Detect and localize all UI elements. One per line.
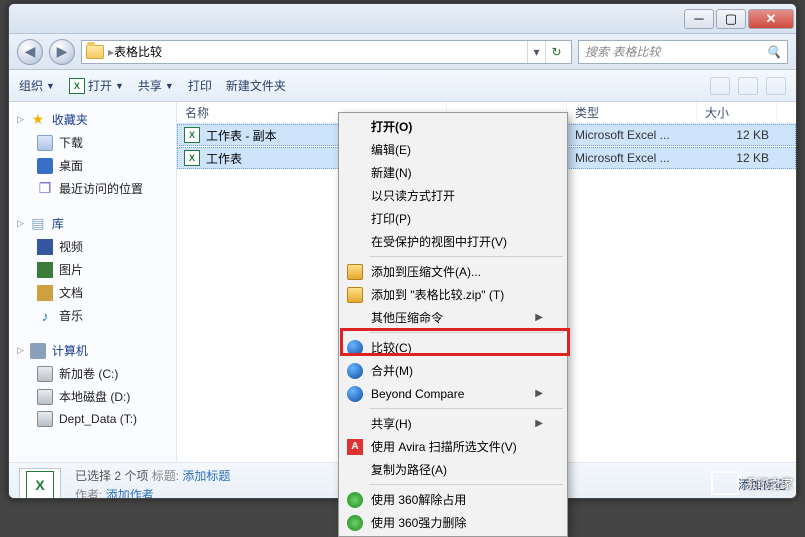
search-icon: 🔍: [766, 45, 781, 59]
file-size: 12 KB: [697, 151, 777, 165]
excel-icon: X: [69, 78, 85, 94]
search-placeholder: 搜索 表格比较: [585, 43, 660, 60]
refresh-icon[interactable]: ↻: [545, 41, 567, 63]
zip-icon: [347, 287, 363, 303]
excel-icon: X: [184, 127, 200, 143]
library-icon: ▤: [30, 216, 46, 232]
ctx-360-unlock[interactable]: 使用 360解除占用: [341, 488, 565, 511]
view-buttons: [710, 77, 786, 95]
share-button[interactable]: 共享▼: [138, 77, 174, 94]
submenu-arrow-icon: ▶: [535, 388, 543, 399]
video-icon: [37, 239, 53, 255]
col-type[interactable]: 类型: [567, 102, 697, 123]
col-size[interactable]: 大小: [697, 102, 777, 123]
sidebar-item-documents[interactable]: 文档: [9, 281, 176, 304]
star-icon: ★: [30, 112, 46, 128]
drive-icon: [37, 366, 53, 382]
ctx-360-force[interactable]: 使用 360强力删除: [341, 511, 565, 534]
search-input[interactable]: 搜索 表格比较 🔍: [578, 40, 788, 64]
help-icon[interactable]: [766, 77, 786, 95]
back-button[interactable]: ◀: [17, 39, 43, 65]
path-text: 表格比较: [114, 43, 162, 60]
selection-text: 已选择 2 个项: [75, 469, 148, 483]
watermark: 系统之家: [711, 471, 793, 495]
ctx-open[interactable]: 打开(O): [341, 115, 565, 138]
beyond-compare-icon: [347, 340, 363, 356]
sidebar-item-downloads[interactable]: 下载: [9, 131, 176, 154]
submenu-arrow-icon: ▶: [535, 418, 543, 429]
avira-icon: A: [347, 439, 363, 455]
path-dropdown-icon[interactable]: ▾: [527, 41, 545, 63]
sidebar-item-desktop[interactable]: 桌面: [9, 154, 176, 177]
minimize-button[interactable]: ─: [684, 9, 714, 29]
sidebar-libraries[interactable]: ▷▤库: [9, 212, 176, 235]
sidebar-item-music[interactable]: ♪音乐: [9, 304, 176, 327]
desktop-icon: [37, 158, 53, 174]
ctx-other-zip[interactable]: 其他压缩命令▶: [341, 306, 565, 329]
add-author-link[interactable]: 添加作者: [106, 488, 154, 500]
maximize-button[interactable]: ▢: [716, 9, 746, 29]
preview-pane-icon[interactable]: [738, 77, 758, 95]
360-icon: [347, 515, 363, 531]
address-bar: ◀ ▶ ▸ 表格比较 ▾ ↻ 搜索 表格比较 🔍: [9, 34, 796, 70]
sidebar-computer[interactable]: ▷计算机: [9, 339, 176, 362]
sidebar-item-recent[interactable]: ❐最近访问的位置: [9, 177, 176, 200]
ctx-compare[interactable]: 比较(C): [341, 336, 565, 359]
forward-button[interactable]: ▶: [49, 39, 75, 65]
sidebar-item-drive-t[interactable]: Dept_Data (T:): [9, 408, 176, 430]
ctx-share[interactable]: 共享(H)▶: [341, 412, 565, 435]
beyond-compare-icon: [347, 386, 363, 402]
open-button[interactable]: X打开▼: [69, 77, 124, 94]
zip-icon: [347, 264, 363, 280]
drive-icon: [37, 389, 53, 405]
ctx-new[interactable]: 新建(N): [341, 161, 565, 184]
sidebar-favorites[interactable]: ▷★收藏夹: [9, 108, 176, 131]
view-mode-icon[interactable]: [710, 77, 730, 95]
document-icon: [37, 285, 53, 301]
ctx-print[interactable]: 打印(P): [341, 207, 565, 230]
print-button[interactable]: 打印: [188, 77, 212, 94]
ctx-readonly[interactable]: 以只读方式打开: [341, 184, 565, 207]
computer-icon: [30, 343, 46, 359]
ctx-add-zip[interactable]: 添加到压缩文件(A)...: [341, 260, 565, 283]
ctx-edit[interactable]: 编辑(E): [341, 138, 565, 161]
ctx-add-zip-named[interactable]: 添加到 "表格比较.zip" (T): [341, 283, 565, 306]
download-icon: [37, 135, 53, 151]
file-size: 12 KB: [697, 128, 777, 142]
sidebar: ▷★收藏夹 下载 桌面 ❐最近访问的位置 ▷▤库 视频 图片 文档 ♪音乐 ▷计…: [9, 102, 177, 462]
beyond-compare-icon: [347, 363, 363, 379]
ctx-copypath[interactable]: 复制为路径(A): [341, 458, 565, 481]
file-type: Microsoft Excel ...: [567, 151, 697, 165]
new-folder-button[interactable]: 新建文件夹: [226, 77, 286, 94]
titlebar: ─ ▢ ✕: [9, 4, 796, 34]
sidebar-item-videos[interactable]: 视频: [9, 235, 176, 258]
ctx-protected[interactable]: 在受保护的视图中打开(V): [341, 230, 565, 253]
music-icon: ♪: [37, 308, 53, 324]
sidebar-item-drive-c[interactable]: 新加卷 (C:): [9, 362, 176, 385]
ctx-merge[interactable]: 合并(M): [341, 359, 565, 382]
drive-icon: [37, 411, 53, 427]
submenu-arrow-icon: ▶: [535, 312, 543, 323]
toolbar: 组织▼ X打开▼ 共享▼ 打印 新建文件夹: [9, 70, 796, 102]
close-button[interactable]: ✕: [748, 9, 794, 29]
file-type: Microsoft Excel ...: [567, 128, 697, 142]
file-name: 工作表: [206, 150, 242, 167]
path-box[interactable]: ▸ 表格比较 ▾ ↻: [81, 40, 572, 64]
preview-thumbnail: X: [19, 468, 61, 500]
sidebar-item-drive-d[interactable]: 本地磁盘 (D:): [9, 385, 176, 408]
ctx-beyond[interactable]: Beyond Compare▶: [341, 382, 565, 405]
recent-icon: ❐: [37, 181, 53, 197]
folder-icon: [86, 45, 104, 59]
organize-button[interactable]: 组织▼: [19, 77, 55, 94]
file-name: 工作表 - 副本: [206, 127, 277, 144]
sidebar-item-pictures[interactable]: 图片: [9, 258, 176, 281]
add-title-link[interactable]: 添加标题: [182, 469, 230, 483]
context-menu: 打开(O) 编辑(E) 新建(N) 以只读方式打开 打印(P) 在受保护的视图中…: [338, 112, 568, 537]
360-icon: [347, 492, 363, 508]
picture-icon: [37, 262, 53, 278]
ctx-avira[interactable]: A使用 Avira 扫描所选文件(V): [341, 435, 565, 458]
watermark-logo-icon: [711, 471, 739, 495]
excel-icon: X: [184, 150, 200, 166]
